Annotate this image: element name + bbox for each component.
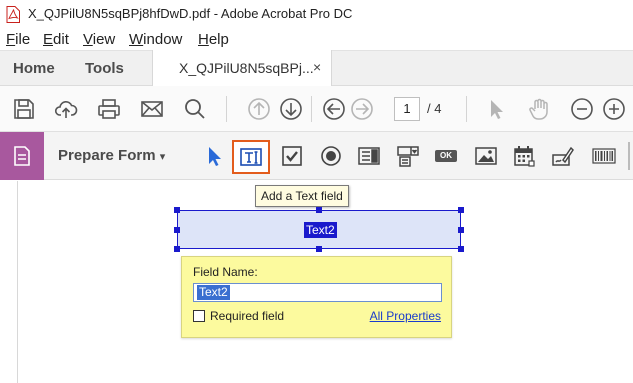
signature-icon[interactable] xyxy=(551,144,575,168)
field-name-caption: Field Name: xyxy=(193,265,258,279)
tab-home[interactable]: Home xyxy=(13,60,55,77)
tab-document[interactable]: X_QJPilU8N5sqBPj... × xyxy=(152,50,332,86)
page-count: / 4 xyxy=(427,101,442,116)
email-icon[interactable] xyxy=(140,97,164,121)
window-title: X_QJPilU8N5sqBPj8hfDwD.pdf - Adobe Acrob… xyxy=(28,6,353,21)
resize-handle[interactable] xyxy=(174,227,180,233)
required-field-checkbox[interactable] xyxy=(193,310,205,322)
prepare-form-tool-tile[interactable] xyxy=(0,132,44,180)
all-properties-link[interactable]: All Properties xyxy=(370,309,441,323)
button-icon[interactable]: OK xyxy=(435,144,459,168)
print-icon[interactable] xyxy=(97,97,121,121)
menu-window[interactable]: Window xyxy=(129,31,182,48)
prepare-form-toolbar: Prepare Form ▾ OK xyxy=(0,132,633,180)
hand-icon[interactable] xyxy=(527,97,551,121)
toolbar-divider xyxy=(628,142,630,170)
tooltip: Add a Text field xyxy=(255,185,349,207)
search-icon[interactable] xyxy=(183,97,207,121)
menu-bar: File Edit View Window Help xyxy=(0,28,633,50)
resize-handle[interactable] xyxy=(458,246,464,252)
page-up-icon[interactable] xyxy=(247,97,271,121)
image-icon[interactable] xyxy=(474,144,498,168)
field-properties-popup: Field Name: Text2 Required field All Pro… xyxy=(181,256,452,338)
forward-icon[interactable] xyxy=(350,97,374,121)
select-cursor-icon[interactable] xyxy=(484,97,508,121)
dropdown-icon[interactable] xyxy=(396,144,420,168)
radio-button-icon[interactable] xyxy=(319,144,343,168)
tab-tools[interactable]: Tools xyxy=(85,60,124,77)
pdf-file-icon xyxy=(6,6,20,23)
menu-help[interactable]: Help xyxy=(198,31,229,48)
save-icon[interactable] xyxy=(12,97,36,121)
back-icon[interactable] xyxy=(322,97,346,121)
resize-handle[interactable] xyxy=(174,246,180,252)
toolbar-divider xyxy=(311,96,312,122)
resize-handle[interactable] xyxy=(458,227,464,233)
menu-view[interactable]: View xyxy=(83,31,115,48)
chevron-down-icon: ▾ xyxy=(159,151,166,163)
page-number-input[interactable]: 1 xyxy=(394,97,420,121)
list-box-icon[interactable] xyxy=(357,144,381,168)
menu-edit[interactable]: Edit xyxy=(43,31,69,48)
required-field-label: Required field xyxy=(210,309,285,323)
field-name-value: Text2 xyxy=(197,285,230,300)
resize-handle[interactable] xyxy=(458,207,464,213)
toolbar-divider xyxy=(226,96,227,122)
zoom-in-icon[interactable] xyxy=(602,97,626,121)
zoom-out-icon[interactable] xyxy=(570,97,594,121)
menu-file[interactable]: File xyxy=(6,31,30,48)
form-document-icon xyxy=(14,146,30,166)
resize-handle[interactable] xyxy=(174,207,180,213)
text-field-icon xyxy=(240,148,262,166)
date-icon[interactable] xyxy=(512,144,536,168)
prepare-form-title[interactable]: Prepare Form ▾ xyxy=(58,147,165,164)
title-bar: X_QJPilU8N5sqBPj8hfDwD.pdf - Adobe Acrob… xyxy=(0,0,633,28)
field-name-label: Text2 xyxy=(304,222,337,238)
upload-icon[interactable] xyxy=(54,97,78,121)
tab-strip: Home Tools X_QJPilU8N5sqBPj... × xyxy=(0,50,633,86)
toolbar-divider xyxy=(466,96,467,122)
resize-handle[interactable] xyxy=(316,207,322,213)
checkbox-icon[interactable] xyxy=(280,144,304,168)
page-down-icon[interactable] xyxy=(279,97,303,121)
barcode-icon[interactable] xyxy=(592,144,616,168)
select-object-icon[interactable] xyxy=(202,144,226,168)
main-toolbar: 1 / 4 xyxy=(0,86,633,132)
document-tab-label: X_QJPilU8N5sqBPj... xyxy=(179,60,314,76)
text-field-tool-button[interactable] xyxy=(232,140,270,174)
close-tab-icon[interactable]: × xyxy=(313,59,321,75)
ok-button-glyph: OK xyxy=(435,150,457,162)
field-name-input[interactable]: Text2 xyxy=(193,283,442,302)
resize-handle[interactable] xyxy=(316,246,322,252)
navigation-pane-gutter[interactable] xyxy=(0,181,18,383)
